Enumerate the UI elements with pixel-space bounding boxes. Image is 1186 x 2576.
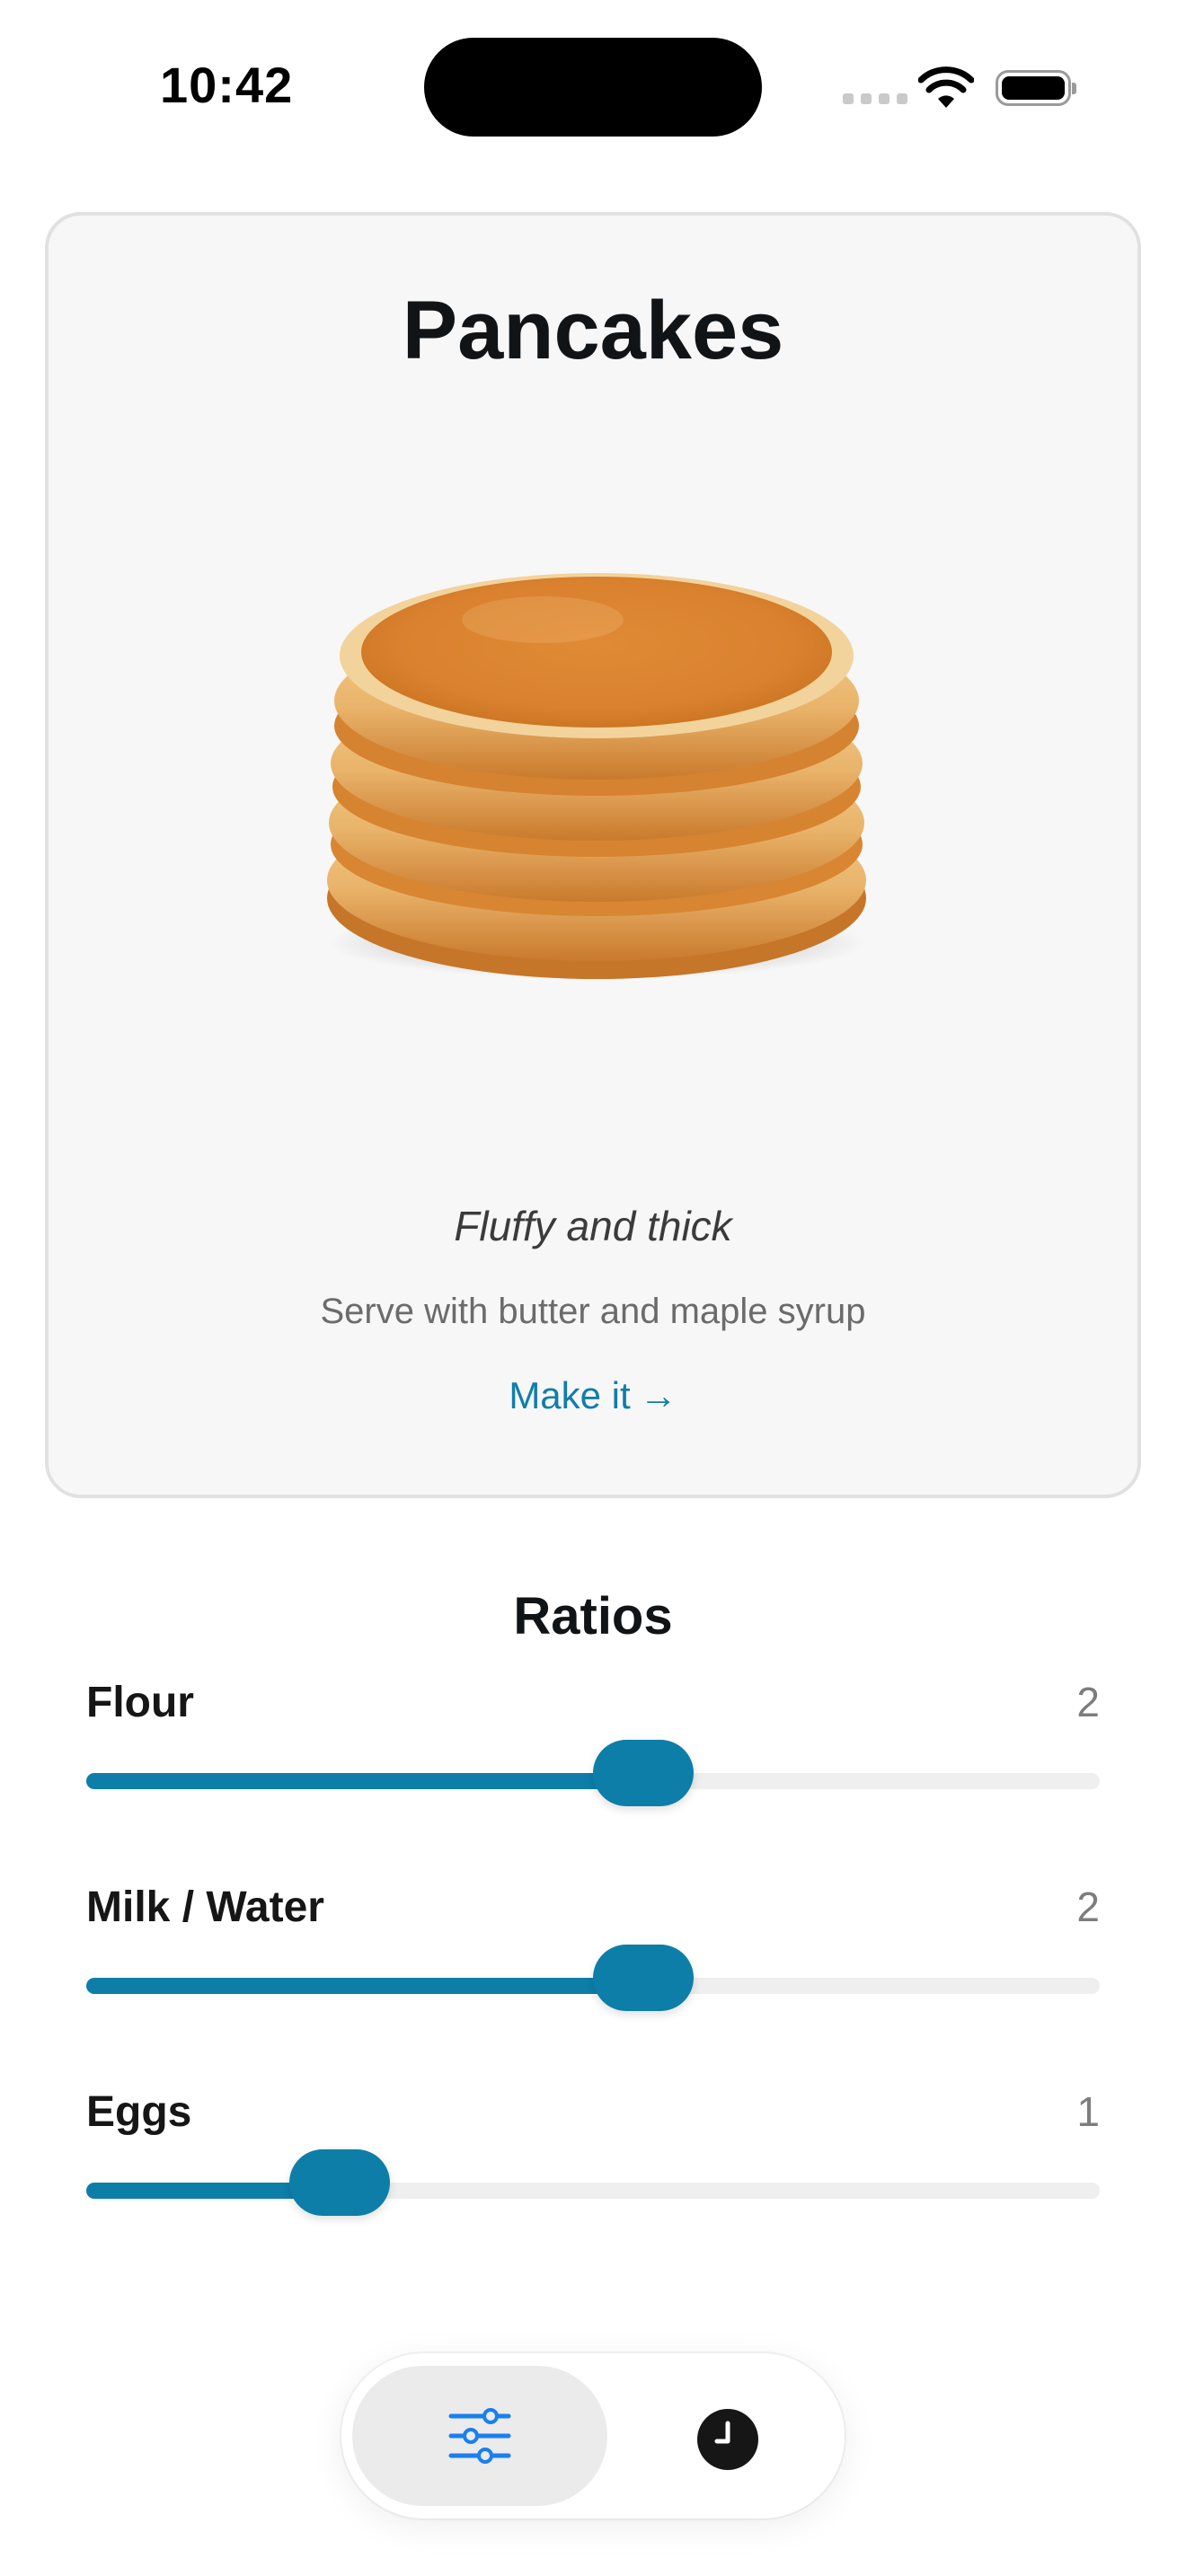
flour-slider[interactable] — [86, 1740, 1100, 1806]
milk-water-slider-row: Milk / Water 2 — [86, 1883, 1100, 2044]
milk-water-slider[interactable] — [86, 1945, 1100, 2011]
battery-icon — [996, 70, 1076, 106]
eggs-slider[interactable] — [86, 2149, 1100, 2216]
cellular-signal-icon — [843, 93, 907, 104]
slider-label: Eggs — [86, 2088, 192, 2136]
slider-value: 2 — [1076, 1679, 1100, 1725]
tab-ratios[interactable] — [352, 2366, 607, 2506]
serving-note: Serve with butter and maple syrup — [320, 1292, 866, 1331]
slider-label: Flour — [86, 1679, 194, 1726]
clock-icon — [697, 2409, 758, 2470]
status-bar: 10:42 — [0, 0, 1186, 171]
slider-value: 2 — [1076, 1883, 1100, 1930]
wifi-icon — [918, 66, 974, 108]
status-time: 10:42 — [160, 57, 294, 113]
arrow-right-icon: → — [639, 1374, 677, 1416]
ratios-title: Ratios — [513, 1587, 673, 1645]
slider-thumb[interactable] — [593, 1740, 695, 1806]
pancake-stack-image — [327, 573, 866, 979]
flour-slider-row: Flour 2 — [86, 1678, 1100, 1839]
recipe-tagline: Fluffy and thick — [454, 1203, 732, 1249]
slider-fill — [86, 1978, 644, 1994]
slider-thumb[interactable] — [289, 2149, 390, 2216]
sliders-icon — [448, 2408, 511, 2464]
tab-timer[interactable] — [672, 2384, 776, 2488]
tab-bar — [341, 2353, 845, 2519]
app-screen: 10:42 Pancakes Fluffy and thick Serve wi… — [0, 0, 1186, 2576]
recipe-card: Pancakes Fluffy and thick Serve with but… — [45, 212, 1141, 1498]
recipe-title: Pancakes — [402, 285, 784, 376]
eggs-slider-row: Eggs 1 — [86, 2087, 1100, 2249]
make-it-label: Make it — [509, 1374, 631, 1416]
slider-thumb[interactable] — [593, 1945, 695, 2011]
dynamic-island — [424, 38, 762, 137]
slider-value: 1 — [1076, 2088, 1100, 2135]
make-it-link[interactable]: Make it → — [49, 1374, 1137, 1417]
slider-fill — [86, 1773, 644, 1789]
slider-label: Milk / Water — [86, 1883, 324, 1931]
